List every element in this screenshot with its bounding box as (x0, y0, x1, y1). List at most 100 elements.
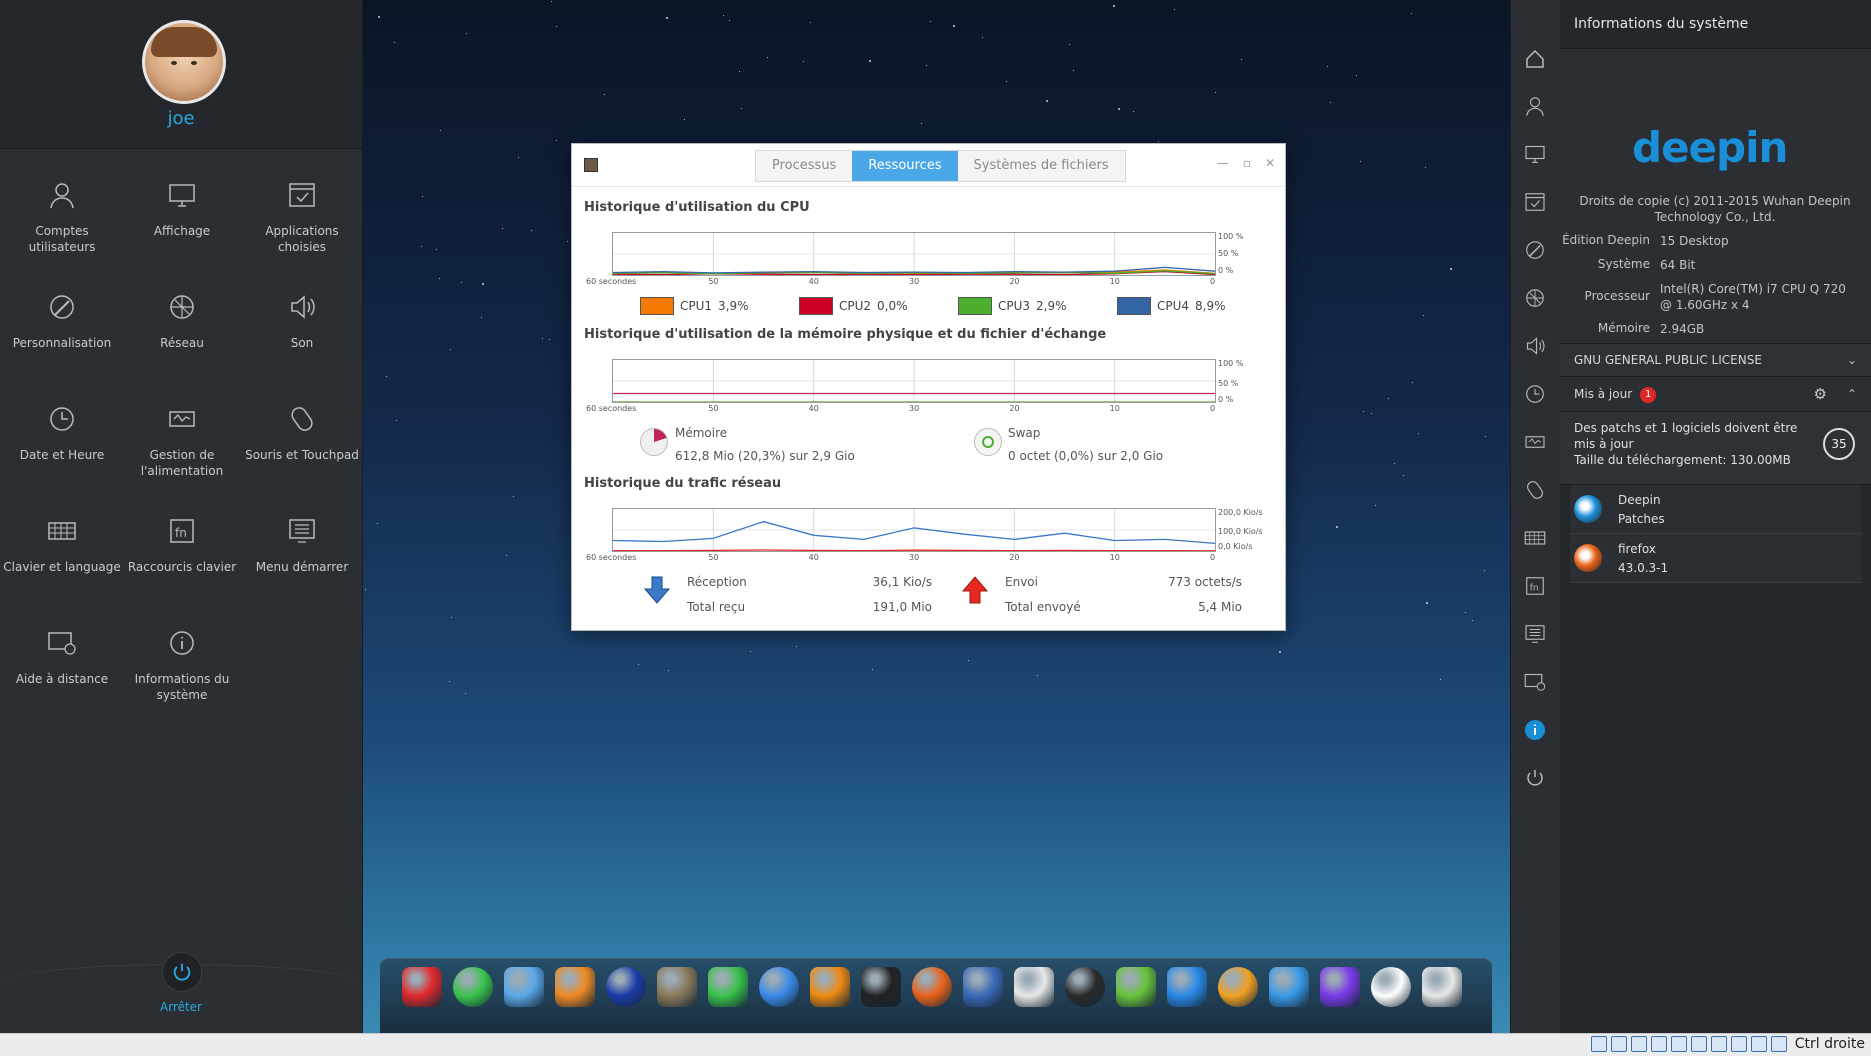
tile-personnalisation[interactable]: Personnalisation (2, 291, 122, 351)
close-icon[interactable]: ✕ (1265, 156, 1275, 170)
tile-applications[interactable]: Applications choisies (242, 179, 362, 255)
package-item[interactable]: firefox 43.0.3-1 (1570, 534, 1861, 583)
tray-status-icon[interactable] (1650, 1036, 1667, 1052)
network-connections-icon[interactable] (1269, 967, 1309, 1007)
control-gear-icon[interactable] (1014, 967, 1054, 1007)
android-tool-icon[interactable] (1116, 967, 1156, 1007)
time-tick-label: 40 (808, 404, 819, 413)
thunderbird-icon[interactable] (963, 967, 1003, 1007)
tile-comptes[interactable]: Comptes utilisateurs (2, 179, 122, 255)
star (952, 24, 955, 27)
star (1278, 651, 1281, 654)
app-store-bag-icon[interactable] (555, 967, 595, 1007)
tile-aide[interactable]: Aide à distance (2, 627, 122, 687)
update-count-button[interactable]: 35 (1823, 428, 1855, 460)
user-avatar[interactable] (142, 20, 226, 104)
tab-processus[interactable]: Processus (756, 151, 853, 181)
shortcut-icon: fn (166, 515, 198, 547)
tray-status-icon[interactable] (1770, 1036, 1787, 1052)
start-menu-icon[interactable] (1523, 622, 1547, 646)
star (1037, 675, 1039, 677)
clock-widget-icon[interactable] (1371, 967, 1411, 1007)
info-value: 15 Desktop (1660, 234, 1729, 248)
memory-history-title: Historique d'utilisation de la mémoire p… (584, 327, 1107, 342)
launcher-rocket-icon[interactable] (402, 967, 442, 1007)
tile-son[interactable]: Son (242, 291, 362, 351)
tile-infos[interactable]: Informations du système (122, 627, 242, 703)
tile-date[interactable]: Date et Heure (2, 403, 122, 463)
tile-clavier[interactable]: Clavier et language (2, 515, 122, 575)
clock-icon[interactable] (1523, 382, 1547, 406)
mouse-icon (286, 403, 318, 435)
tile-affichage[interactable]: Affichage (122, 179, 242, 239)
tray-status-icon[interactable] (1630, 1036, 1647, 1052)
tray-status-icon[interactable] (1590, 1036, 1607, 1052)
sound-icon[interactable] (1523, 334, 1547, 358)
time-tick-label: 0 (1210, 404, 1216, 413)
star (665, 17, 668, 20)
tray-status-icon[interactable] (1730, 1036, 1747, 1052)
star (1402, 474, 1404, 476)
star (378, 16, 381, 19)
tray-status-icon[interactable] (1670, 1036, 1687, 1052)
home-icon[interactable] (1523, 46, 1547, 70)
terminal-box-icon[interactable] (861, 967, 901, 1007)
default-apps-icon[interactable] (1523, 190, 1547, 214)
tray-status-icon[interactable] (1750, 1036, 1767, 1052)
user-icon[interactable] (1523, 94, 1547, 118)
package-item[interactable]: Deepin Patches (1570, 485, 1861, 534)
info-icon[interactable] (1523, 718, 1547, 742)
tile-souris[interactable]: Souris et Touchpad (242, 403, 362, 463)
shutdown-label[interactable]: Arrêter (0, 1000, 362, 1014)
browser-globe-icon[interactable] (1167, 967, 1207, 1007)
system-settings-icon[interactable] (759, 967, 799, 1007)
app-icon (584, 158, 598, 172)
firefox-icon[interactable] (912, 967, 952, 1007)
network-icon[interactable] (1523, 286, 1547, 310)
license-row[interactable]: GNU GENERAL PUBLIC LICENSE ⌄ (1560, 344, 1871, 377)
maximize-icon[interactable]: ▫ (1243, 156, 1251, 170)
cpu-name: CPU3 (998, 299, 1031, 313)
minimize-icon[interactable]: — (1217, 156, 1229, 170)
personalization-icon[interactable] (1523, 238, 1547, 262)
chevron-up-icon[interactable]: ⌃ (1847, 377, 1857, 411)
display-icon[interactable] (1523, 142, 1547, 166)
mouse-icon[interactable] (1523, 478, 1547, 502)
star (766, 57, 768, 59)
chevron-down-icon[interactable]: ⌄ (1847, 344, 1857, 376)
tile-label: Menu démarrer (255, 560, 349, 574)
tile-reseau[interactable]: Réseau (122, 291, 242, 351)
tray-status-icon[interactable] (1690, 1036, 1707, 1052)
tile-raccourcis[interactable]: fn Raccourcis clavier (122, 515, 242, 575)
spotify-music-icon[interactable] (708, 967, 748, 1007)
tray-status-icon[interactable] (1710, 1036, 1727, 1052)
window-titlebar[interactable]: Processus Ressources Systèmes de fichier… (572, 144, 1285, 187)
start-menu-icon (286, 515, 318, 547)
recycle-bin-icon[interactable] (1422, 967, 1462, 1007)
music-headphones-icon[interactable] (606, 967, 646, 1007)
media-player-icon[interactable] (1218, 967, 1258, 1007)
shutdown-button[interactable] (162, 952, 202, 992)
network-icon (166, 291, 198, 323)
tab-systemes-fichiers[interactable]: Systèmes de fichiers (957, 151, 1125, 181)
tile-alimentation[interactable]: Gestion de l'alimentation (122, 403, 242, 479)
username[interactable]: joe (0, 108, 362, 129)
power-icon[interactable] (1523, 766, 1547, 790)
gear-icon[interactable]: ⚙ (1814, 377, 1827, 411)
system-monitor-icon[interactable] (1065, 967, 1105, 1007)
deepin-store-icon[interactable] (453, 967, 493, 1007)
remote-help-icon[interactable] (1523, 670, 1547, 694)
star (505, 555, 507, 557)
tile-menu[interactable]: Menu démarrer (242, 515, 362, 575)
shutdown-icon[interactable] (1320, 967, 1360, 1007)
gimp-icon[interactable] (657, 967, 697, 1007)
vlc-cone-icon[interactable] (810, 967, 850, 1007)
updates-row[interactable]: Mis à jour 1 ⚙ ⌃ (1560, 377, 1871, 412)
keyboard-icon[interactable] (1523, 526, 1547, 550)
tab-ressources[interactable]: Ressources (852, 151, 958, 181)
battery-icon[interactable] (1523, 430, 1547, 454)
file-manager-icon[interactable] (504, 967, 544, 1007)
tray-status-icon[interactable] (1610, 1036, 1627, 1052)
shortcut-icon[interactable]: fn (1523, 574, 1547, 598)
star (1418, 433, 1420, 435)
